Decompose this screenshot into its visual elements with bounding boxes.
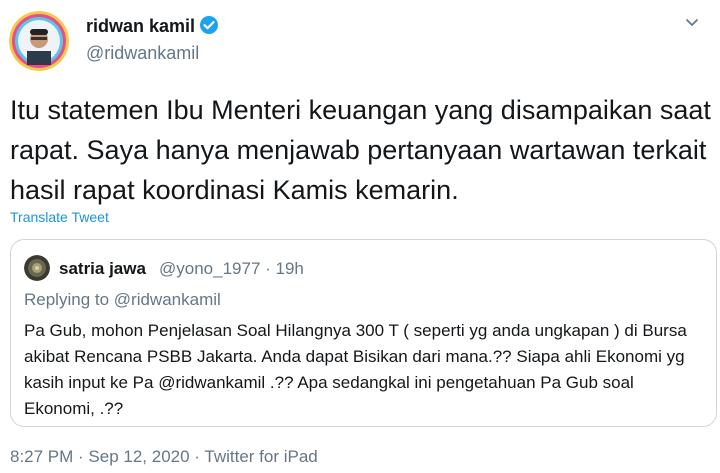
tweet-date[interactable]: Sep 12, 2020 bbox=[88, 447, 189, 466]
quoted-display-name[interactable]: satria jawa bbox=[59, 258, 146, 279]
display-name[interactable]: ridwan kamil bbox=[86, 15, 195, 37]
footer-separator: · bbox=[73, 447, 89, 466]
chevron-down-icon[interactable] bbox=[682, 12, 702, 32]
translate-tweet-link[interactable]: Translate Tweet bbox=[10, 208, 109, 226]
verified-badge-icon bbox=[199, 15, 219, 35]
avatar[interactable] bbox=[9, 11, 69, 71]
replying-to: Replying to @ridwankamil bbox=[24, 290, 221, 309]
footer-separator: · bbox=[189, 447, 205, 466]
tweet-source[interactable]: Twitter for iPad bbox=[204, 447, 317, 466]
handle[interactable]: @ridwankamil bbox=[86, 42, 199, 64]
tweet-time[interactable]: 8:27 PM bbox=[10, 447, 73, 466]
tweet: ridwan kamil @ridwankamil Itu statemen I… bbox=[0, 0, 720, 473]
quoted-avatar[interactable] bbox=[24, 255, 50, 281]
quoted-meta: @yono_1977 · 19h bbox=[159, 258, 304, 279]
tweet-footer: 8:27 PM · Sep 12, 2020 · Twitter for iPa… bbox=[10, 446, 318, 468]
quoted-tweet[interactable]: satria jawa @yono_1977 · 19h Replying to… bbox=[10, 239, 717, 427]
quoted-timestamp[interactable]: 19h bbox=[276, 259, 304, 278]
quoted-text: Pa Gub, mohon Penjelasan Soal Hilangnya … bbox=[24, 321, 687, 418]
meta-separator: · bbox=[260, 259, 276, 278]
tweet-text: Itu statemen Ibu Menteri keuangan yang d… bbox=[10, 95, 711, 205]
quoted-handle[interactable]: @yono_1977 bbox=[159, 259, 260, 278]
